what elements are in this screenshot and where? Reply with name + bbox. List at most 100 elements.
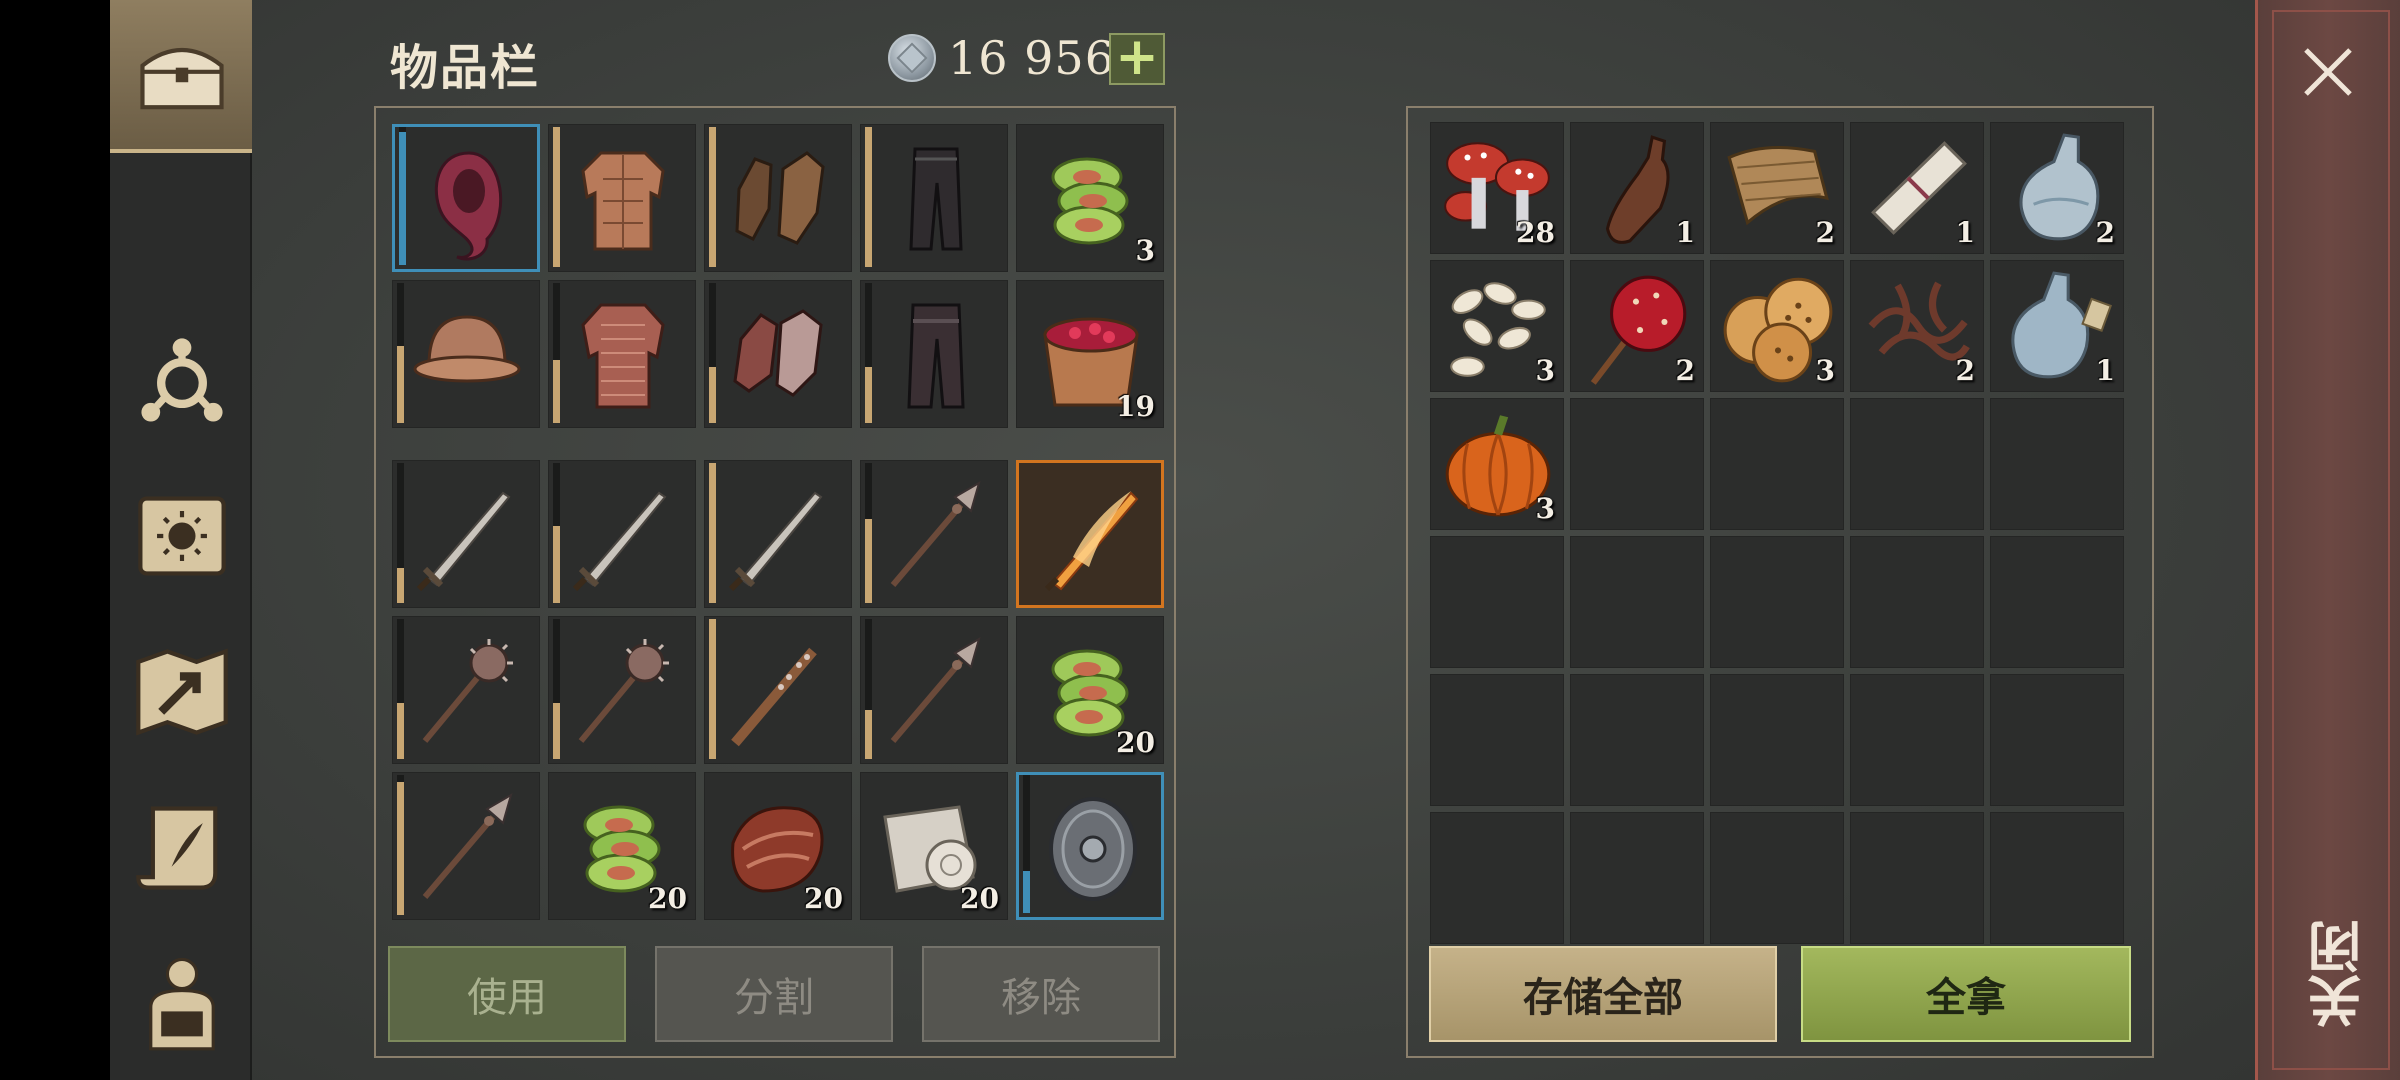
- character-icon[interactable]: [126, 945, 238, 1057]
- remove-button[interactable]: 移除: [922, 946, 1160, 1042]
- inventory-slot[interactable]: [704, 460, 852, 608]
- inventory-slot[interactable]: [548, 616, 696, 764]
- empty-slot[interactable]: [1990, 398, 2124, 530]
- inventory-slot[interactable]: 28: [1430, 122, 1564, 254]
- durability-fill: [397, 782, 404, 915]
- crafting-icon[interactable]: [126, 325, 238, 437]
- inventory-slot[interactable]: [1016, 772, 1164, 920]
- inventory-slot[interactable]: 19: [1016, 280, 1164, 428]
- empty-slot[interactable]: [1710, 536, 1844, 668]
- empty-slot[interactable]: [1850, 812, 1984, 944]
- inventory-slot[interactable]: [392, 616, 540, 764]
- item-count: 3: [1535, 492, 1555, 525]
- durability-fill: [709, 127, 716, 267]
- inventory-slot[interactable]: 20: [704, 772, 852, 920]
- spear-icon: [422, 792, 513, 899]
- empty-slot[interactable]: [1430, 536, 1564, 668]
- flaming-sword-icon: [1044, 491, 1139, 592]
- empty-slot[interactable]: [1850, 536, 1984, 668]
- empty-slot[interactable]: [1990, 812, 2124, 944]
- empty-slot[interactable]: [1990, 674, 2124, 806]
- add-currency-button[interactable]: +: [1109, 31, 1165, 85]
- durability-bar: [399, 127, 406, 265]
- inventory-slot[interactable]: 1: [1990, 260, 2124, 392]
- inventory-slot[interactable]: [704, 616, 852, 764]
- empty-slot[interactable]: [1570, 536, 1704, 668]
- item-count: 19: [1116, 390, 1155, 423]
- empty-slot[interactable]: [1990, 536, 2124, 668]
- inventory-slot[interactable]: [860, 280, 1008, 428]
- close-panel[interactable]: [2255, 0, 2400, 1080]
- close-icon[interactable]: [2296, 40, 2360, 104]
- durability-bar: [553, 463, 560, 603]
- durability-bar: [397, 283, 404, 423]
- durability-bar: [1023, 775, 1030, 913]
- sword-icon: [416, 491, 511, 592]
- quest-scroll-icon[interactable]: [126, 790, 238, 902]
- inventory-slot[interactable]: 20: [548, 772, 696, 920]
- empty-slot[interactable]: [1570, 398, 1704, 530]
- equipment-grid: 3 19: [392, 124, 1164, 428]
- durability-bar: [709, 283, 716, 423]
- inventory-slot[interactable]: 2: [1990, 122, 2124, 254]
- empty-slot[interactable]: [1850, 674, 1984, 806]
- iron-helmet-icon: [413, 315, 521, 383]
- empty-slot[interactable]: [1710, 674, 1844, 806]
- inventory-slot[interactable]: 3: [1016, 124, 1164, 272]
- inventory-slot[interactable]: [392, 280, 540, 428]
- store-all-button[interactable]: 存储全部: [1429, 946, 1777, 1042]
- item-count: 3: [1535, 354, 1555, 387]
- inventory-slot[interactable]: [548, 124, 696, 272]
- inventory-slot[interactable]: 2: [1850, 260, 1984, 392]
- empty-slot[interactable]: [1570, 812, 1704, 944]
- durability-bar: [709, 619, 716, 759]
- inventory-slot[interactable]: [548, 460, 696, 608]
- durability-bar: [865, 127, 872, 267]
- inventory-slot[interactable]: [548, 280, 696, 428]
- journal-icon[interactable]: [126, 480, 238, 592]
- inventory-slot[interactable]: [1016, 460, 1164, 608]
- inventory-slot[interactable]: [860, 616, 1008, 764]
- empty-slot[interactable]: [1430, 812, 1564, 944]
- inventory-slot[interactable]: 1: [1850, 122, 1984, 254]
- item-count: 2: [1815, 216, 1835, 249]
- item-count: 2: [1955, 354, 1975, 387]
- take-all-button[interactable]: 全拿: [1801, 946, 2131, 1042]
- durability-fill: [865, 710, 872, 759]
- inventory-slot[interactable]: 3: [1430, 398, 1564, 530]
- inventory-slot[interactable]: 3: [1710, 260, 1844, 392]
- inventory-slot[interactable]: 20: [1016, 616, 1164, 764]
- sword-icon: [728, 491, 823, 592]
- item-count: 1: [2095, 354, 2115, 387]
- empty-slot[interactable]: [1570, 674, 1704, 806]
- map-icon[interactable]: [126, 635, 238, 747]
- inventory-slot[interactable]: [860, 124, 1008, 272]
- inventory-slot[interactable]: [392, 460, 540, 608]
- close-label[interactable]: 关闭: [2300, 920, 2371, 1028]
- inventory-slot[interactable]: [860, 460, 1008, 608]
- inventory-slot[interactable]: 3: [1430, 260, 1564, 392]
- split-button[interactable]: 分割: [655, 946, 893, 1042]
- empty-slot[interactable]: [1710, 398, 1844, 530]
- inventory-slot[interactable]: 20: [860, 772, 1008, 920]
- empty-slot[interactable]: [1850, 398, 1984, 530]
- item-count: 3: [1815, 354, 1835, 387]
- inventory-slot[interactable]: 1: [1570, 122, 1704, 254]
- chest-icon[interactable]: [126, 20, 238, 132]
- durability-bar: [397, 775, 404, 915]
- item-count: 2: [2095, 216, 2115, 249]
- inventory-slot[interactable]: 2: [1570, 260, 1704, 392]
- empty-slot[interactable]: [1430, 674, 1564, 806]
- inventory-slot[interactable]: 2: [1710, 122, 1844, 254]
- durability-bar: [553, 283, 560, 423]
- inventory-slot[interactable]: [392, 772, 540, 920]
- empty-slot[interactable]: [1710, 812, 1844, 944]
- sword-icon: [572, 491, 667, 592]
- inventory-slot[interactable]: [392, 124, 540, 272]
- spiked-club-icon: [731, 647, 817, 747]
- use-button[interactable]: 使用: [388, 946, 626, 1042]
- currency-display: 16 956: [888, 30, 1115, 86]
- inventory-slot[interactable]: [704, 280, 852, 428]
- item-count: 1: [1955, 216, 1975, 249]
- inventory-slot[interactable]: [704, 124, 852, 272]
